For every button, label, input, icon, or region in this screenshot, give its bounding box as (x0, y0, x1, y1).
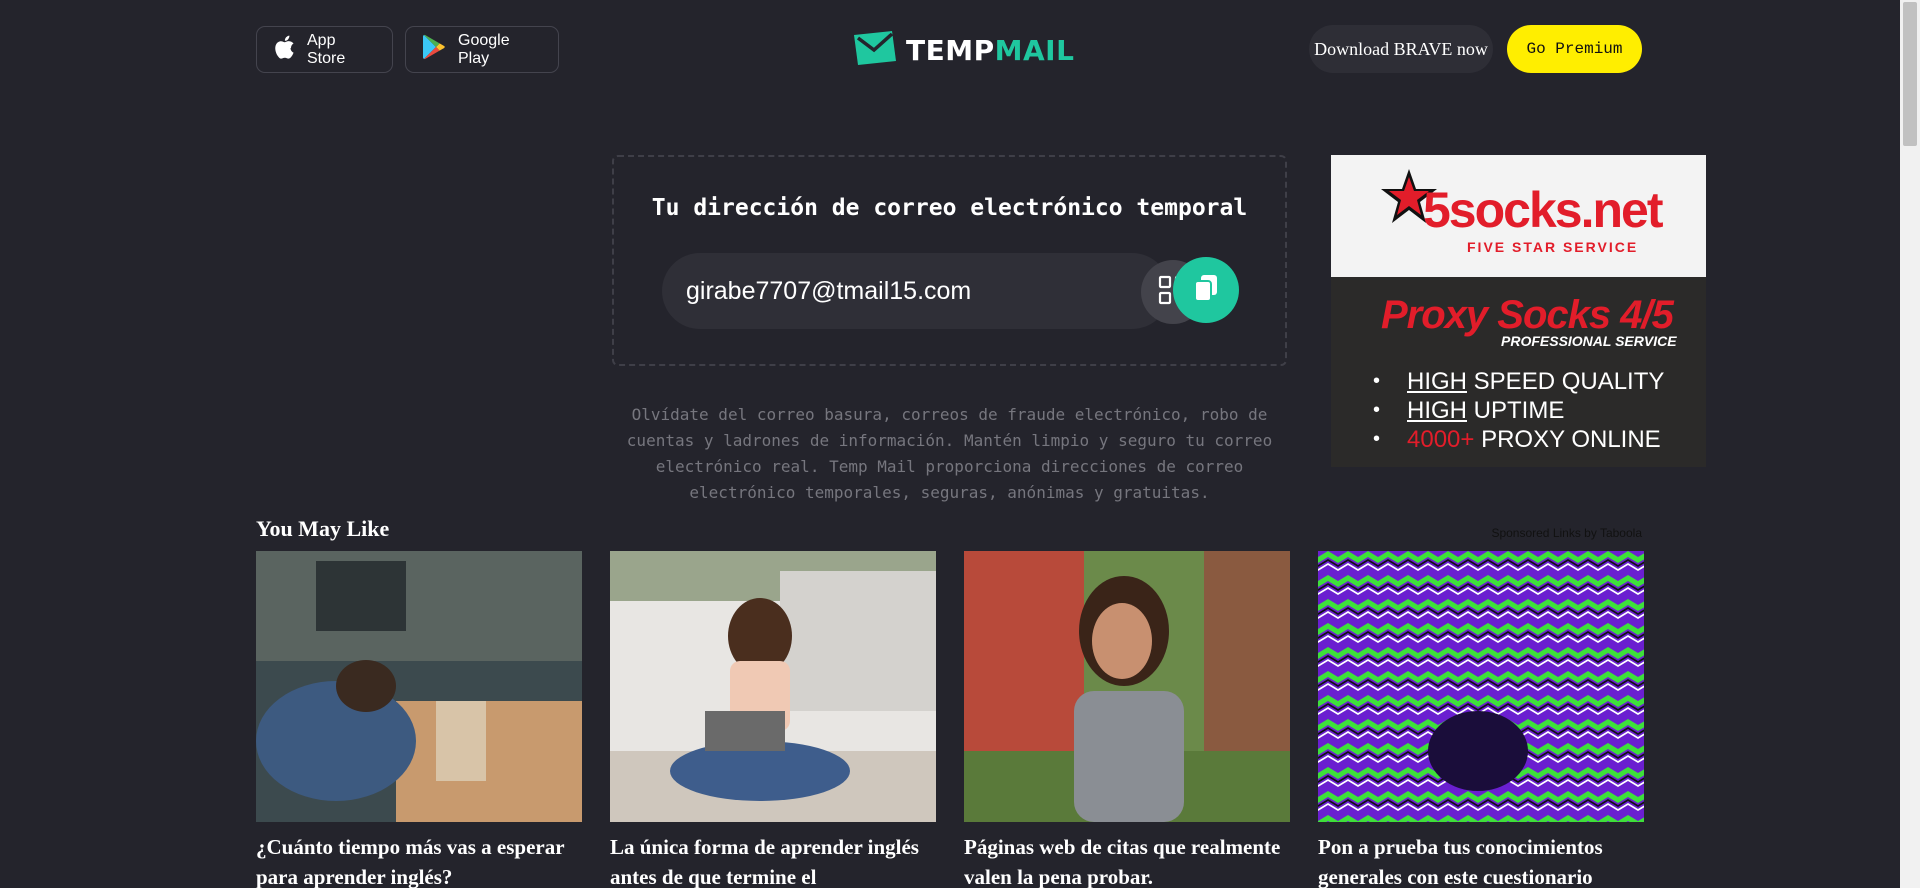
copy-icon (1193, 273, 1219, 308)
card-title[interactable]: ¿Cuánto tiempo más vas a esperar para ap… (256, 832, 582, 888)
recommendation-card[interactable]: Páginas web de citas que realmente valen… (964, 551, 1290, 888)
sponsored-links-label[interactable]: Sponsored Links by Taboola (1470, 526, 1642, 540)
you-may-like-heading: You May Like (256, 516, 390, 541)
ad-subheadline: PROFESSIONAL SERVICE (1501, 333, 1677, 349)
copy-email-button[interactable] (1173, 257, 1239, 323)
ad-tagline: FIVE STAR SERVICE (1467, 239, 1639, 255)
card-image[interactable] (1318, 551, 1644, 822)
recommendation-card[interactable]: ¿Cuánto tiempo más vas a esperar para ap… (256, 551, 582, 888)
card-title[interactable]: Pon a prueba tus conocimientos generales… (1318, 832, 1644, 888)
scrollbar-thumb[interactable] (1903, 2, 1917, 146)
tempmail-logo[interactable]: TEMPMAIL (852, 30, 1074, 71)
page-scrollbar[interactable] (1900, 0, 1920, 888)
google-play-label: Google Play (458, 31, 510, 67)
card-title[interactable]: La única forma de aprender inglés antes … (610, 832, 936, 888)
recommendation-card[interactable]: La única forma de aprender inglés antes … (610, 551, 936, 888)
go-premium-button[interactable]: Go Premium (1507, 25, 1642, 73)
card-image[interactable] (964, 551, 1290, 822)
proxy-advertisement[interactable]: 5socks.net FIVE STAR SERVICE Proxy Socks… (1331, 155, 1706, 467)
card-image[interactable] (610, 551, 936, 822)
google-play-icon (422, 34, 446, 65)
service-description: Olvídate del correo basura, correos de f… (626, 405, 1273, 502)
recommendation-card[interactable]: Pon a prueba tus conocimientos generales… (1318, 551, 1644, 888)
logo-wordmark: TEMPMAIL (906, 34, 1075, 67)
ad-feature-item: • HIGH SPEED QUALITY (1373, 368, 1665, 395)
card-image[interactable] (256, 551, 582, 822)
temp-email-panel: Tu dirección de correo electrónico tempo… (612, 155, 1287, 366)
email-address-value[interactable]: girabe7707@tmail15.com (686, 253, 971, 329)
download-brave-button[interactable]: Download BRAVE now (1309, 25, 1493, 73)
email-panel-title: Tu dirección de correo electrónico tempo… (651, 195, 1248, 221)
app-store-button[interactable]: App Store (256, 26, 393, 73)
app-store-label: App Store (307, 31, 346, 67)
email-address-field[interactable]: girabe7707@tmail15.com (662, 253, 1205, 329)
site-header: App Store Google Play TEMPMAIL Download … (0, 0, 1920, 100)
ad-feature-item: • HIGH UPTIME (1373, 397, 1565, 424)
ad-brand: 5socks.net (1423, 182, 1663, 238)
ad-headline: Proxy Socks 4/5 (1381, 293, 1674, 337)
envelope-icon (852, 30, 898, 71)
ad-feature-item: • 4000+ PROXY ONLINE (1373, 426, 1661, 453)
apple-icon (273, 34, 295, 65)
google-play-button[interactable]: Google Play (405, 26, 559, 73)
card-title[interactable]: Páginas web de citas que realmente valen… (964, 832, 1290, 888)
ad-feature-list: • HIGH SPEED QUALITY • HIGH UPTIME • 4000+ … (1373, 367, 1664, 454)
